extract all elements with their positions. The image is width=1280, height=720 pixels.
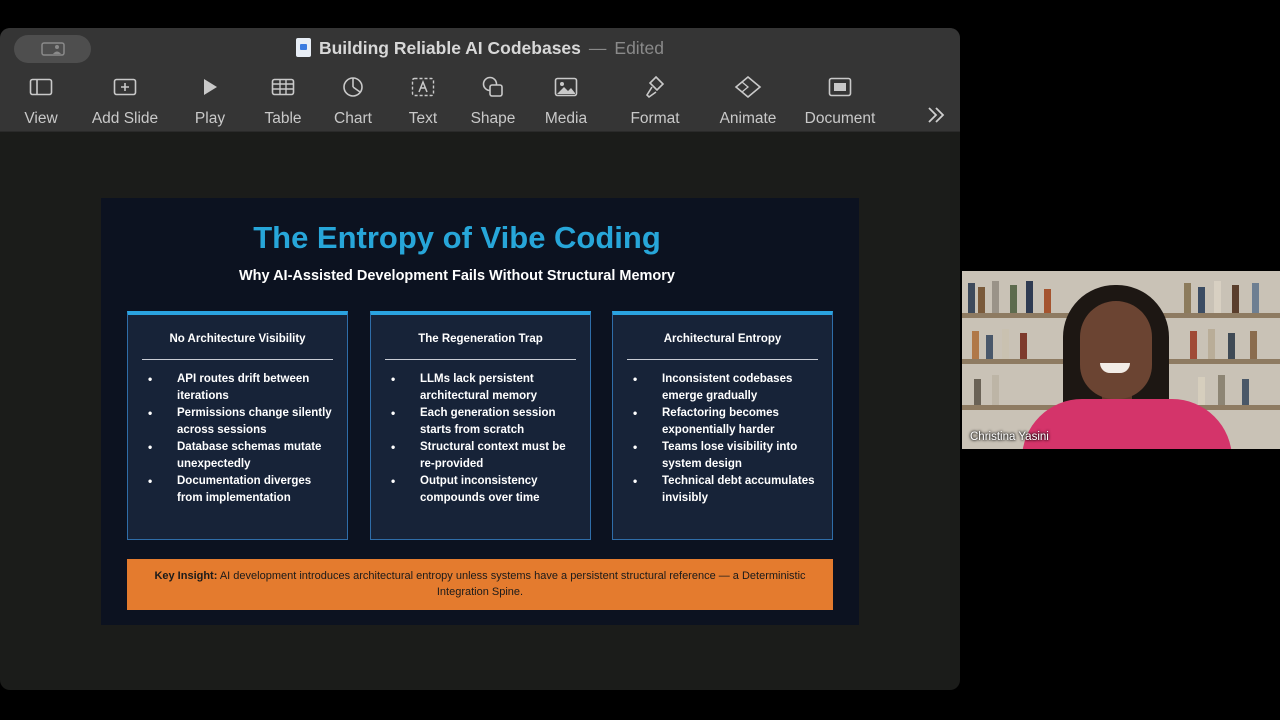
bullet-item: Each generation session starts from scra… (391, 405, 580, 439)
media-button[interactable]: Media (521, 74, 611, 130)
participant-face (1080, 301, 1152, 399)
play-icon (204, 79, 217, 95)
document-button[interactable]: Document (795, 74, 885, 130)
view-label: View (24, 110, 58, 127)
bullet-item: API routes drift between iterations (148, 371, 337, 405)
card-bullet-list: API routes drift between iterations Perm… (148, 371, 337, 507)
participant-name-label: Christina Yasini (970, 431, 1049, 443)
toolbar: Building Reliable AI Codebases — Edited Vi… (0, 28, 960, 132)
animate-icon (734, 76, 762, 98)
card-bullet-list: Inconsistent codebases emerge gradually … (633, 371, 822, 507)
card-divider (627, 359, 818, 360)
card-architectural-entropy: Architectural Entropy Inconsistent codeb… (612, 311, 833, 540)
bullet-item: LLMs lack persistent architectural memor… (391, 371, 580, 405)
bullet-item: Permissions change silently across sessi… (148, 405, 337, 439)
card-heading: No Architecture Visibility (169, 333, 306, 345)
media-icon (554, 77, 578, 97)
chevron-double-right-icon[interactable] (926, 104, 946, 130)
document-name: Building Reliable AI Codebases (318, 38, 581, 58)
title-separator: — (588, 38, 607, 58)
bullet-item: Structural context must be re-provided (391, 439, 580, 473)
card-divider (142, 359, 333, 360)
bullet-item: Output inconsistency compounds over time (391, 473, 580, 507)
slide-title: The Entropy of Vibe Coding (253, 220, 661, 255)
sidebar-view-icon (29, 78, 53, 96)
card-heading: Architectural Entropy (663, 333, 782, 345)
bullet-item: Technical debt accumulates invisibly (633, 473, 822, 507)
bullet-item: Database schemas mutate unexpectedly (148, 439, 337, 473)
text-box-icon (411, 77, 435, 97)
card-regeneration-trap: The Regeneration Trap LLMs lack persiste… (370, 311, 591, 540)
animate-label: Animate (719, 110, 777, 127)
card-no-architecture-visibility: No Architecture Visibility API routes dr… (127, 311, 348, 540)
key-insight-banner: Key Insight: AI development introduces a… (127, 559, 833, 610)
card-heading: The Regeneration Trap (418, 333, 543, 345)
chart-icon (343, 77, 363, 97)
document-label: Document (804, 110, 876, 127)
slide-subtitle: Why AI-Assisted Development Fails Withou… (238, 268, 675, 284)
table-icon (271, 78, 295, 96)
participant-shirt (1022, 399, 1232, 449)
edited-status: Edited (614, 38, 665, 58)
add-slide-button[interactable]: Add Slide (80, 74, 170, 130)
key-insight-text: AI development introduces architectural … (219, 570, 806, 598)
bullet-item: Inconsistent codebases emerge gradually (633, 371, 822, 405)
key-insight-label: Key Insight: (154, 570, 218, 582)
format-brush-icon (645, 75, 665, 99)
bullet-item: Refactoring becomes exponentially harder (633, 405, 822, 439)
slide-canvas[interactable]: The Entropy of Vibe Coding Why AI-Assist… (101, 198, 859, 625)
window-title: Building Reliable AI Codebases — Edited (0, 38, 960, 59)
document-icon (828, 77, 852, 97)
media-label: Media (544, 110, 588, 127)
card-divider (385, 359, 576, 360)
format-button[interactable]: Format (610, 74, 700, 130)
participant-video-tile[interactable]: Christina Yasini (962, 271, 1280, 449)
animate-button[interactable]: Animate (703, 74, 793, 130)
format-label: Format (630, 110, 680, 127)
card-bullet-list: LLMs lack persistent architectural memor… (391, 371, 580, 507)
view-button[interactable]: View (0, 74, 86, 130)
bullet-item: Teams lose visibility into system design (633, 439, 822, 473)
bullet-item: Documentation diverges from implementati… (148, 473, 337, 507)
shape-icon (482, 76, 503, 97)
keynote-window: Building Reliable AI Codebases — Edited Vi… (0, 28, 960, 690)
add-slide-icon (113, 78, 137, 96)
add-slide-label: Add Slide (91, 110, 159, 127)
keynote-document-icon (295, 38, 311, 57)
